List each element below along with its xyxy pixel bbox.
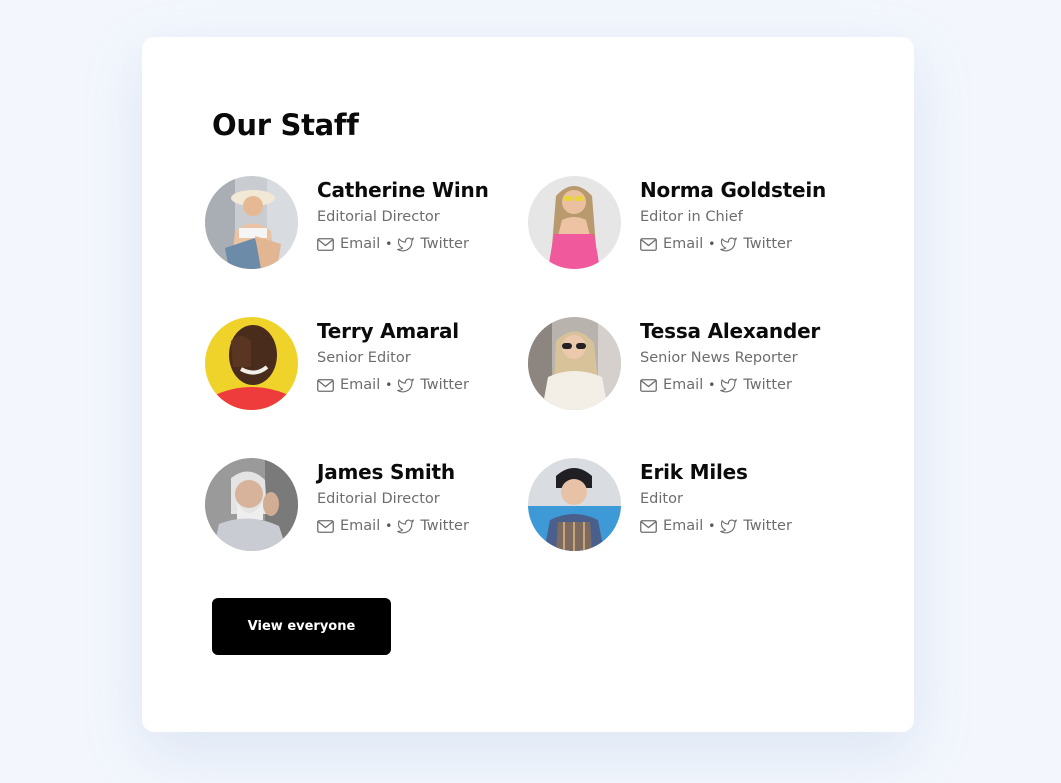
avatar bbox=[205, 176, 298, 269]
email-label: Email bbox=[340, 518, 381, 534]
separator-dot: • bbox=[385, 519, 393, 533]
staff-member: Catherine Winn Editorial Director Email … bbox=[205, 176, 525, 272]
email-link[interactable]: Email bbox=[640, 377, 703, 393]
contact-links: Email • Twitter bbox=[317, 377, 469, 393]
mail-icon bbox=[317, 237, 334, 251]
contact-links: Email • Twitter bbox=[640, 236, 792, 252]
twitter-label: Twitter bbox=[743, 518, 792, 534]
separator-dot: • bbox=[385, 237, 393, 251]
twitter-icon bbox=[397, 519, 415, 533]
contact-links: Email • Twitter bbox=[317, 236, 469, 252]
contact-links: Email • Twitter bbox=[640, 518, 792, 534]
staff-name: Tessa Alexander bbox=[640, 319, 821, 343]
staff-name: Erik Miles bbox=[640, 460, 748, 484]
staff-member: Erik Miles Editor Email • Twitter bbox=[528, 458, 848, 554]
avatar bbox=[528, 317, 621, 410]
staff-role: Senior Editor bbox=[317, 350, 411, 366]
twitter-link[interactable]: Twitter bbox=[397, 377, 469, 393]
mail-icon bbox=[317, 378, 334, 392]
email-link[interactable]: Email bbox=[640, 518, 703, 534]
twitter-link[interactable]: Twitter bbox=[720, 518, 792, 534]
twitter-icon bbox=[397, 378, 415, 392]
staff-member: Norma Goldstein Editor in Chief Email • … bbox=[528, 176, 848, 272]
avatar bbox=[205, 458, 298, 551]
staff-card: Our Staff Catherine Winn Editorial Direc… bbox=[142, 37, 914, 732]
avatar bbox=[528, 458, 621, 551]
email-link[interactable]: Email bbox=[317, 236, 380, 252]
separator-dot: • bbox=[708, 519, 716, 533]
twitter-link[interactable]: Twitter bbox=[397, 236, 469, 252]
twitter-label: Twitter bbox=[420, 377, 469, 393]
mail-icon bbox=[640, 519, 657, 533]
separator-dot: • bbox=[708, 378, 716, 392]
avatar bbox=[528, 176, 621, 269]
staff-name: Norma Goldstein bbox=[640, 178, 827, 202]
staff-role: Editorial Director bbox=[317, 491, 440, 507]
email-link[interactable]: Email bbox=[640, 236, 703, 252]
twitter-link[interactable]: Twitter bbox=[720, 236, 792, 252]
staff-role: Senior News Reporter bbox=[640, 350, 798, 366]
page-title: Our Staff bbox=[212, 108, 359, 142]
view-everyone-button[interactable]: View everyone bbox=[212, 598, 391, 655]
staff-role: Editor in Chief bbox=[640, 209, 743, 225]
mail-icon bbox=[640, 237, 657, 251]
contact-links: Email • Twitter bbox=[640, 377, 792, 393]
separator-dot: • bbox=[708, 237, 716, 251]
staff-name: James Smith bbox=[317, 460, 455, 484]
contact-links: Email • Twitter bbox=[317, 518, 469, 534]
separator-dot: • bbox=[385, 378, 393, 392]
twitter-icon bbox=[720, 519, 738, 533]
twitter-icon bbox=[720, 237, 738, 251]
email-label: Email bbox=[340, 377, 381, 393]
twitter-link[interactable]: Twitter bbox=[397, 518, 469, 534]
staff-name: Catherine Winn bbox=[317, 178, 489, 202]
email-link[interactable]: Email bbox=[317, 377, 380, 393]
staff-name: Terry Amaral bbox=[317, 319, 459, 343]
mail-icon bbox=[640, 378, 657, 392]
email-label: Email bbox=[340, 236, 381, 252]
twitter-icon bbox=[720, 378, 738, 392]
email-link[interactable]: Email bbox=[317, 518, 380, 534]
twitter-link[interactable]: Twitter bbox=[720, 377, 792, 393]
twitter-icon bbox=[397, 237, 415, 251]
twitter-label: Twitter bbox=[743, 377, 792, 393]
staff-member: Terry Amaral Senior Editor Email • Twitt… bbox=[205, 317, 525, 413]
avatar bbox=[205, 317, 298, 410]
email-label: Email bbox=[663, 236, 704, 252]
email-label: Email bbox=[663, 377, 704, 393]
twitter-label: Twitter bbox=[420, 236, 469, 252]
staff-member: James Smith Editorial Director Email • T… bbox=[205, 458, 525, 554]
staff-role: Editorial Director bbox=[317, 209, 440, 225]
twitter-label: Twitter bbox=[420, 518, 469, 534]
staff-member: Tessa Alexander Senior News Reporter Ema… bbox=[528, 317, 848, 413]
twitter-label: Twitter bbox=[743, 236, 792, 252]
mail-icon bbox=[317, 519, 334, 533]
staff-role: Editor bbox=[640, 491, 683, 507]
email-label: Email bbox=[663, 518, 704, 534]
